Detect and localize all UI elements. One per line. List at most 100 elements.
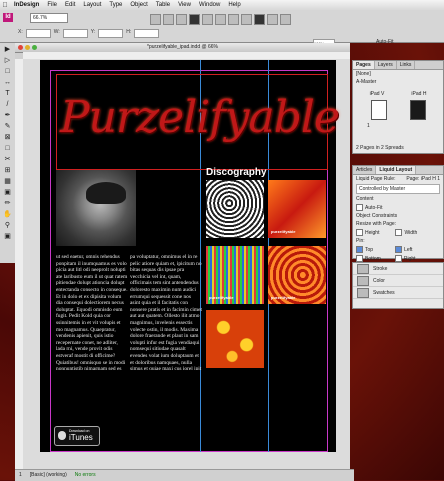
fill-stroke-icon[interactable]: ▣ (3, 232, 13, 241)
auto-fit-checkbox[interactable] (356, 204, 363, 211)
rect-tool-icon[interactable]: □ (3, 144, 13, 153)
menu-layout[interactable]: Layout (79, 2, 105, 8)
page-tool-icon[interactable]: □ (3, 67, 13, 76)
rule-label: Liquid Page Rule: (356, 176, 396, 182)
y-label: Y: (90, 29, 96, 35)
album-tile-3[interactable]: purzelifyable (206, 246, 264, 304)
tab-links[interactable]: Links (397, 61, 416, 69)
apple-icon[interactable]:  (0, 2, 10, 9)
gradient-tool-icon[interactable]: ▦ (3, 177, 13, 186)
flip-icon[interactable] (176, 14, 187, 25)
line-tool-icon[interactable]: / (3, 100, 13, 109)
stroke-icon[interactable] (189, 14, 200, 25)
discography-heading[interactable]: Discography (206, 167, 267, 178)
direct-selection-tool-icon[interactable]: ▷ (3, 56, 13, 65)
zoom-tool-icon[interactable]: ⚲ (3, 221, 13, 230)
minimize-icon[interactable] (25, 45, 30, 50)
align-icon[interactable] (267, 14, 278, 25)
text-column-1[interactable]: ut sed eaetur, omnis rehendus ponpitam i… (56, 254, 128, 370)
pages-panel-tabs: Pages Layers Links (353, 61, 443, 70)
close-icon[interactable] (18, 45, 23, 50)
page-thumb-h[interactable] (409, 100, 426, 120)
page-versions: iPad V iPad H (353, 90, 443, 98)
page-thumb-v[interactable] (370, 100, 387, 120)
width-label: Width (404, 229, 418, 236)
text-column-2[interactable]: pa voluptatur, omnimus el in re pelic at… (130, 254, 202, 370)
scissors-tool-icon[interactable]: ✂ (3, 155, 13, 164)
fill-icon[interactable] (202, 14, 213, 25)
album-tile-2[interactable]: purzelifyable (268, 180, 326, 238)
rect-frame-tool-icon[interactable]: ⊠ (3, 133, 13, 142)
frame-icon[interactable] (254, 14, 265, 25)
stroke-panel-button[interactable]: Stroke (353, 263, 443, 275)
shear-icon[interactable] (163, 14, 174, 25)
left-checkbox[interactable] (395, 246, 403, 253)
gap-tool-icon[interactable]: ↔ (3, 78, 13, 87)
master-a[interactable]: A-Master (353, 78, 443, 86)
tab-articles[interactable]: Articles (353, 166, 377, 174)
menu-app[interactable]: InDesign (10, 2, 43, 8)
color-panel-button[interactable]: Color (353, 275, 443, 287)
w-field[interactable] (62, 29, 88, 38)
note-tool-icon[interactable]: ▣ (3, 188, 13, 197)
menu-help[interactable]: Help (224, 2, 244, 8)
swatches-panel-button[interactable]: Swatches (353, 287, 443, 299)
menu-view[interactable]: View (174, 2, 195, 8)
zoom-window-icon[interactable] (32, 45, 37, 50)
menu-object[interactable]: Object (126, 2, 151, 8)
swatches-panel-label: Swatches (373, 289, 395, 296)
rotate-icon[interactable] (150, 14, 161, 25)
title-artwork[interactable]: Purzelifyable (60, 92, 340, 162)
bottom-checkbox[interactable] (356, 255, 363, 262)
top-checkbox[interactable] (356, 246, 363, 253)
tab-liquid-layout[interactable]: Liquid Layout (376, 166, 417, 174)
right-checkbox[interactable] (394, 255, 402, 262)
hand-tool-icon[interactable]: ✋ (3, 210, 13, 219)
left-label: Left (404, 246, 413, 253)
tools-panel: ▶ ▷ □ ↔ T / ✒ ✎ ⊠ □ ✂ ⊞ ▦ ▣ ✏ ✋ ⚲ ▣ (0, 43, 16, 263)
eyedropper-tool-icon[interactable]: ✏ (3, 199, 13, 208)
album-label: purzelifyable (271, 295, 296, 300)
y-field[interactable] (98, 29, 124, 38)
album-tile-4[interactable]: purzelifyable (268, 246, 326, 304)
album-tile-5[interactable] (206, 310, 264, 368)
artist-photo[interactable] (56, 170, 136, 246)
transform-tool-icon[interactable]: ⊞ (3, 166, 13, 175)
wrap-icon[interactable] (280, 14, 291, 25)
height-label: Height (365, 229, 380, 236)
rule-select[interactable]: Controlled by Master (356, 184, 440, 194)
h-field[interactable] (134, 29, 160, 38)
apple-logo-icon (58, 431, 66, 440)
height-checkbox[interactable] (356, 229, 363, 236)
pen-tool-icon[interactable]: ✒ (3, 111, 13, 120)
status-profile[interactable]: [Basic] (working) (30, 470, 67, 481)
menu-file[interactable]: File (43, 2, 61, 8)
right-label: Right (403, 255, 416, 262)
tab-pages[interactable]: Pages (353, 61, 375, 69)
pages-footer: 2 Pages in 2 Spreads (356, 145, 404, 151)
status-errors[interactable]: No errors (75, 470, 96, 481)
type-tool-icon[interactable]: T (3, 89, 13, 98)
menu-table[interactable]: Table (152, 2, 174, 8)
status-page[interactable]: 1 (19, 470, 22, 481)
auto-fit-row: Auto-Fit (353, 203, 443, 212)
effects-icon[interactable] (215, 14, 226, 25)
page-number: 1 (367, 123, 370, 129)
shadow-icon[interactable] (228, 14, 239, 25)
selection-tool-icon[interactable]: ▶ (3, 45, 13, 54)
album-tile-1[interactable] (206, 180, 264, 238)
pencil-tool-icon[interactable]: ✎ (3, 122, 13, 131)
auto-fit-toggle[interactable]: Auto-Fit (376, 39, 394, 45)
menu-window[interactable]: Window (195, 2, 224, 8)
width-checkbox[interactable] (395, 229, 403, 236)
x-field[interactable] (25, 29, 51, 38)
tab-layers[interactable]: Layers (375, 61, 397, 69)
zoom-field[interactable]: 66.7% (30, 13, 68, 23)
menu-type[interactable]: Type (105, 2, 126, 8)
color-panel-icon (357, 275, 369, 286)
itunes-badge[interactable]: Download on iTunes (54, 426, 100, 446)
menu-edit[interactable]: Edit (61, 2, 79, 8)
fitting-icon[interactable] (241, 14, 252, 25)
master-none[interactable]: [None] (353, 70, 443, 78)
position-fields: X: W: Y: H: (18, 29, 160, 38)
